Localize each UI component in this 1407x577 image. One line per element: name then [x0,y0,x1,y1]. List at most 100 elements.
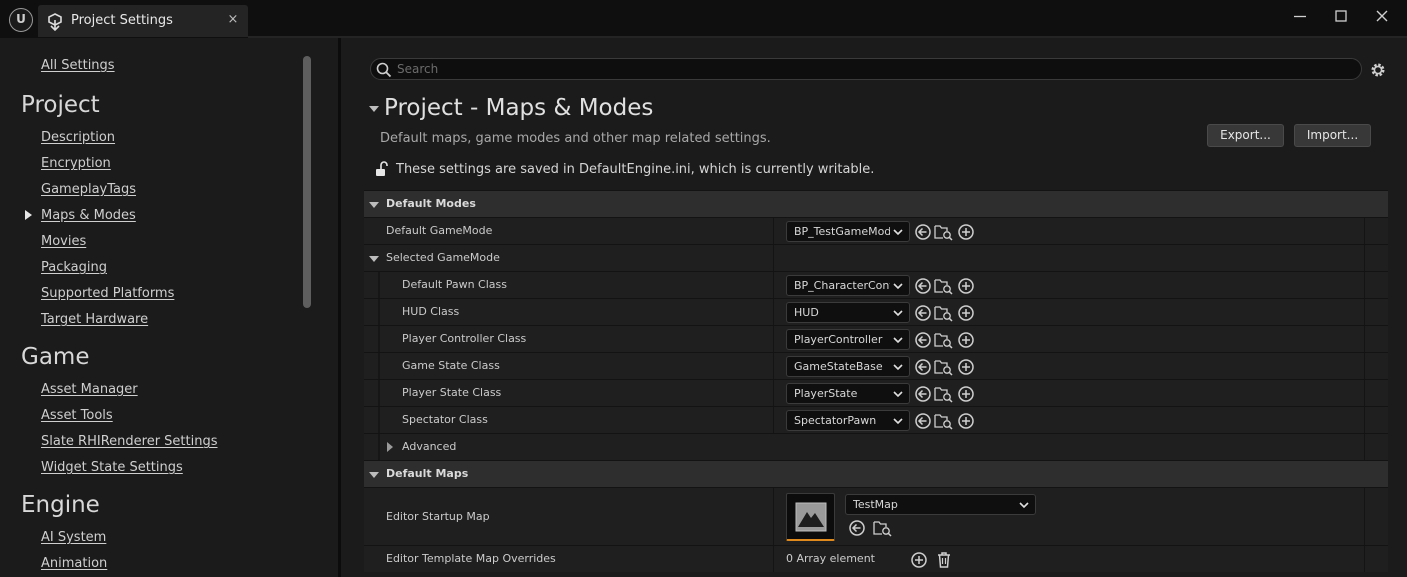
combo-value: PlayerController [794,333,883,346]
sidebar-item-description[interactable]: Description [41,130,115,145]
row-selected-gamemode[interactable]: Selected GameMode [364,244,1388,271]
export-button[interactable]: Export... [1207,124,1284,147]
right-column-divider [1364,326,1365,352]
arrow-left-circle-icon[interactable] [914,358,932,376]
arrow-left-circle-icon[interactable] [914,412,932,430]
indent-guide [378,353,380,379]
sidebar-scrollbar[interactable] [303,56,311,308]
chevron-down-icon [893,310,903,317]
collapse-arrow-icon[interactable] [369,106,379,112]
folder-search-icon[interactable] [934,304,954,322]
sidebar-item-slate-rhirenderer-settings[interactable]: Slate RHIRenderer Settings [41,434,218,449]
sidebar-item-ai-system[interactable]: AI System [41,530,106,545]
right-column-divider [1364,434,1365,460]
arrow-left-circle-icon[interactable] [914,223,932,241]
expand-arrow-icon[interactable] [369,202,379,208]
sidebar-item-supported-platforms[interactable]: Supported Platforms [41,286,174,301]
column-divider[interactable] [773,272,774,298]
maximize-icon[interactable] [1327,6,1355,26]
arrow-left-circle-icon[interactable] [914,304,932,322]
asset-combo[interactable]: PlayerController [786,329,910,350]
plus-circle-icon[interactable] [957,304,975,322]
plus-circle-icon[interactable] [957,385,975,403]
folder-search-icon[interactable] [934,223,954,241]
folder-search-icon[interactable] [873,519,893,537]
map-combo[interactable]: TestMap [845,494,1036,515]
column-divider[interactable] [773,488,774,545]
column-divider[interactable] [773,546,774,572]
row-player-state-class: Player State Class PlayerState [364,379,1388,406]
category-default-modes[interactable]: Default Modes [364,190,1388,217]
sidebar-item-maps-modes[interactable]: Maps & Modes [41,208,136,223]
category-label: Default Maps [386,467,469,480]
expand-arrow-icon[interactable] [369,256,379,262]
asset-combo[interactable]: SpectatorPawn [786,410,910,431]
sidebar-item-widget-state-settings[interactable]: Widget State Settings [41,460,183,475]
sidebar-item-movies[interactable]: Movies [41,234,86,249]
expand-arrow-icon[interactable] [387,442,393,452]
import-button[interactable]: Import... [1294,124,1371,147]
column-divider[interactable] [773,218,774,244]
folder-search-icon[interactable] [934,385,954,403]
plus-circle-icon[interactable] [957,331,975,349]
asset-combo[interactable]: GameStateBase [786,356,910,377]
asset-combo[interactable]: BP_TestGameMode [786,221,910,242]
tab-title: Project Settings [71,13,173,28]
row-hud-class: HUD Class HUD [364,298,1388,325]
minimize-icon[interactable] [1286,6,1314,26]
sidebar-item-asset-tools[interactable]: Asset Tools [41,408,113,423]
arrow-left-circle-icon[interactable] [914,385,932,403]
plus-circle-icon[interactable] [910,551,928,569]
map-thumbnail[interactable] [786,493,835,541]
combo-value: GameStateBase [794,360,883,373]
column-divider[interactable] [773,245,774,271]
trash-icon[interactable] [936,551,952,569]
row-advanced[interactable]: Advanced [364,433,1388,460]
sidebar-item-packaging[interactable]: Packaging [41,260,107,275]
indent-guide [378,272,380,298]
plus-circle-icon[interactable] [957,277,975,295]
category-default-maps[interactable]: Default Maps [364,460,1388,487]
expand-arrow-icon[interactable] [369,472,379,478]
plus-circle-icon[interactable] [957,412,975,430]
tab-close-icon[interactable]: × [225,11,241,29]
plus-circle-icon[interactable] [957,358,975,376]
sidebar-item-encryption[interactable]: Encryption [41,156,111,171]
asset-combo[interactable]: PlayerState [786,383,910,404]
folder-search-icon[interactable] [934,331,954,349]
asset-actions [914,223,974,241]
unlocked-lock-icon [376,161,388,176]
row-game-state-class: Game State Class GameStateBase [364,352,1388,379]
column-divider[interactable] [773,407,774,433]
arrow-left-circle-icon[interactable] [914,331,932,349]
sidebar-item-gameplaytags[interactable]: GameplayTags [41,182,136,197]
gear-icon[interactable] [1369,61,1387,79]
column-divider[interactable] [773,326,774,352]
window-close-icon[interactable] [1368,6,1396,26]
property-label: Selected GameMode [386,251,500,264]
tab-project-settings[interactable]: Project Settings × [38,5,248,37]
plus-circle-icon[interactable] [957,223,975,241]
sidebar-item-target-hardware[interactable]: Target Hardware [41,312,148,327]
search-input[interactable] [397,61,1337,77]
folder-search-icon[interactable] [934,277,954,295]
sidebar-item-animation[interactable]: Animation [41,556,107,571]
arrow-left-circle-icon[interactable] [914,277,932,295]
folder-search-icon[interactable] [934,358,954,376]
sidebar-item-asset-manager[interactable]: Asset Manager [41,382,138,397]
indent-guide [378,326,380,352]
folder-search-icon[interactable] [934,412,954,430]
sidebar-link-all-settings[interactable]: All Settings [41,58,115,73]
asset-combo[interactable]: BP_CharacterController [786,275,910,296]
arrow-left-circle-icon[interactable] [848,519,866,537]
unreal-logo-icon[interactable]: U [9,8,33,32]
search-box[interactable] [370,58,1362,80]
column-divider[interactable] [773,299,774,325]
column-divider[interactable] [773,380,774,406]
map-actions [848,519,908,537]
asset-actions [914,277,974,295]
row-default-pawn-class: Default Pawn Class BP_CharacterControlle… [364,271,1388,298]
category-label: Default Modes [386,197,476,210]
asset-combo[interactable]: HUD [786,302,910,323]
column-divider[interactable] [773,353,774,379]
